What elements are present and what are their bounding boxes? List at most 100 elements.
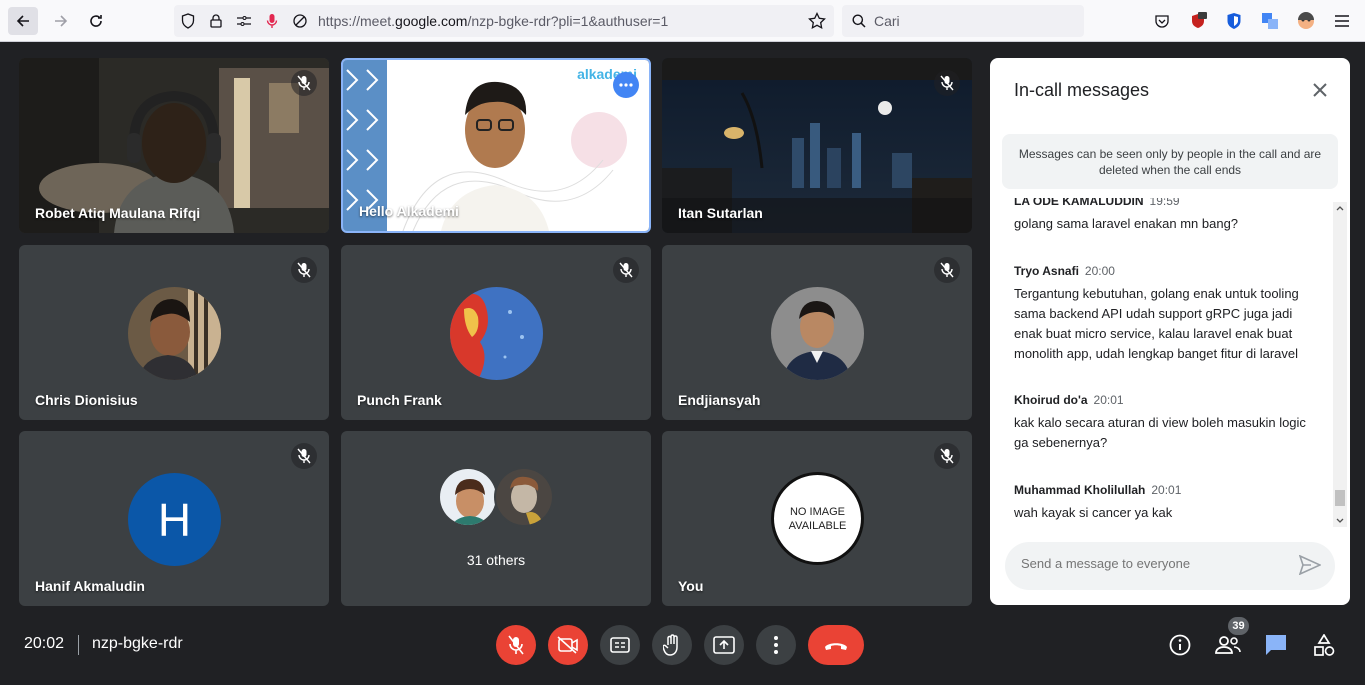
mic-off-icon [934, 443, 960, 469]
in-call-messages-panel: In-call messages Messages can be seen on… [990, 58, 1350, 605]
participant-tile-active-speaker[interactable]: alkademi Hello Alkademi [341, 58, 651, 233]
message-item: Muhammad Kholilullah 20:01 wah kayak si c… [1014, 481, 1319, 523]
camera-toggle-button[interactable] [548, 625, 588, 665]
avatar-initial: H [157, 493, 192, 546]
leave-call-button[interactable] [808, 625, 864, 665]
participant-name: Robet Atiq Maulana Rifqi [35, 205, 201, 221]
message-sender: Tryo Asnafi [1014, 264, 1079, 278]
chat-icon [1266, 635, 1286, 655]
activities-button[interactable] [1311, 632, 1337, 658]
message-time: 20:01 [1151, 483, 1182, 497]
bookmark-star-icon[interactable] [808, 11, 826, 35]
arrow-right-icon [55, 15, 68, 27]
meeting-details-button[interactable] [1167, 632, 1193, 658]
close-panel-button[interactable] [1308, 78, 1332, 102]
message-compose [1005, 542, 1335, 590]
captions-button[interactable] [600, 625, 640, 665]
search-bar[interactable]: Cari [842, 5, 1084, 37]
arrow-left-icon [16, 15, 29, 27]
close-icon [1313, 83, 1327, 97]
back-button[interactable] [8, 7, 38, 35]
present-to-all-icon [713, 636, 735, 654]
message-sender: Muhammad Kholilullah [1014, 483, 1146, 497]
send-icon [1298, 554, 1322, 576]
others-tile[interactable]: 31 others [341, 431, 651, 606]
more-options-button[interactable] [756, 625, 796, 665]
message-sender: Khoirud do'a [1014, 393, 1088, 407]
panel-title: In-call messages [1014, 80, 1150, 100]
message-time: 20:00 [1084, 264, 1115, 278]
mic-off-icon [934, 257, 960, 283]
participant-name: You [678, 578, 704, 594]
mic-off-icon [291, 257, 317, 283]
raise-hand-button[interactable] [652, 625, 692, 665]
chat-button[interactable] [1263, 632, 1289, 658]
participant-tile[interactable]: Endjiansyah [662, 245, 972, 420]
translate-extension-icon[interactable] [1259, 10, 1281, 32]
more-vertical-icon [774, 636, 778, 654]
videocam-off-icon [557, 636, 578, 654]
avatar: H [128, 473, 221, 566]
participant-tile[interactable]: Punch Frank [341, 245, 651, 420]
avatar [494, 467, 554, 527]
messages-scrollbar[interactable] [1333, 202, 1347, 527]
participant-name: Punch Frank [357, 392, 442, 408]
people-icon [1215, 636, 1241, 654]
reload-button[interactable] [81, 7, 111, 35]
menu-icon[interactable] [1331, 10, 1353, 32]
self-tile[interactable]: NO IMAGE AVAILABLE You [662, 431, 972, 606]
permissions-icon[interactable] [230, 5, 258, 37]
lock-icon[interactable] [202, 5, 230, 37]
meeting-code: nzp-bgke-rdr [92, 635, 183, 652]
participant-name: Itan Sutarlan [678, 205, 763, 221]
forward-button[interactable] [46, 7, 76, 35]
meeting-clock: 20:02 [24, 635, 65, 652]
profile-extension-icon[interactable] [1295, 10, 1317, 32]
hand-icon [663, 634, 678, 656]
others-count-label: 31 others [466, 552, 526, 568]
shield-icon[interactable] [174, 5, 202, 37]
bitwarden-extension-icon[interactable] [1223, 10, 1245, 32]
closed-captions-icon [610, 637, 630, 653]
message-text: kak kalo secara aturan di view boleh mas… [1014, 415, 1306, 450]
ublock-extension-icon[interactable] [1187, 10, 1209, 32]
scrollbar-thumb[interactable] [1335, 490, 1345, 506]
info-icon [1169, 634, 1191, 656]
no-image-avatar: NO IMAGE AVAILABLE [771, 472, 864, 565]
messages-list[interactable]: LA ODE KAMALUDDIN 19:59 golang sama larav… [1014, 198, 1324, 528]
search-placeholder: Cari [874, 13, 900, 29]
message-input[interactable] [1021, 556, 1291, 571]
url-bar[interactable]: https://meet.google.com/nzp-bgke-rdr?pli… [174, 5, 834, 37]
participant-name: Chris Dionisius [35, 392, 138, 408]
participant-tile[interactable]: Robet Atiq Maulana Rifqi [19, 58, 329, 233]
message-time: 20:01 [1093, 393, 1124, 407]
present-screen-button[interactable] [704, 625, 744, 665]
scroll-up-icon[interactable] [1336, 205, 1344, 211]
no-image-text: NO IMAGE AVAILABLE [788, 505, 847, 532]
message-item: Tryo Asnafi 20:00 Tergantung kebutuhan, g… [1014, 262, 1319, 364]
microphone-active-icon[interactable] [258, 5, 286, 37]
browser-toolbar: https://meet.google.com/nzp-bgke-rdr?pli… [0, 0, 1365, 42]
camera-blocked-icon[interactable] [286, 5, 314, 37]
participant-tile[interactable]: H Hanif Akmaludin [19, 431, 329, 606]
participant-name: Hanif Akmaludin [35, 578, 145, 594]
message-item: Khoirud do'a 20:01 kak kalo secara aturan… [1014, 391, 1319, 453]
participant-name: Hello Alkademi [359, 203, 459, 219]
call-end-icon [825, 643, 847, 650]
avatar [771, 287, 864, 380]
people-button[interactable] [1215, 632, 1241, 658]
avatar [128, 287, 221, 380]
pocket-icon[interactable] [1151, 10, 1173, 32]
scroll-down-icon[interactable] [1336, 518, 1344, 524]
message-text: wah kayak si cancer ya kak [1014, 505, 1173, 520]
microphone-toggle-button[interactable] [496, 625, 536, 665]
participant-tile[interactable]: Chris Dionisius [19, 245, 329, 420]
participant-name: Endjiansyah [678, 392, 761, 408]
url-text[interactable]: https://meet.google.com/nzp-bgke-rdr?pli… [318, 13, 668, 29]
participant-tile[interactable]: Itan Sutarlan [662, 58, 972, 233]
mic-off-icon [934, 70, 960, 96]
message-sender: LA ODE KAMALUDDIN [1014, 198, 1144, 208]
search-icon [852, 14, 866, 28]
send-button[interactable] [1298, 554, 1322, 580]
more-options-button[interactable] [613, 72, 639, 98]
